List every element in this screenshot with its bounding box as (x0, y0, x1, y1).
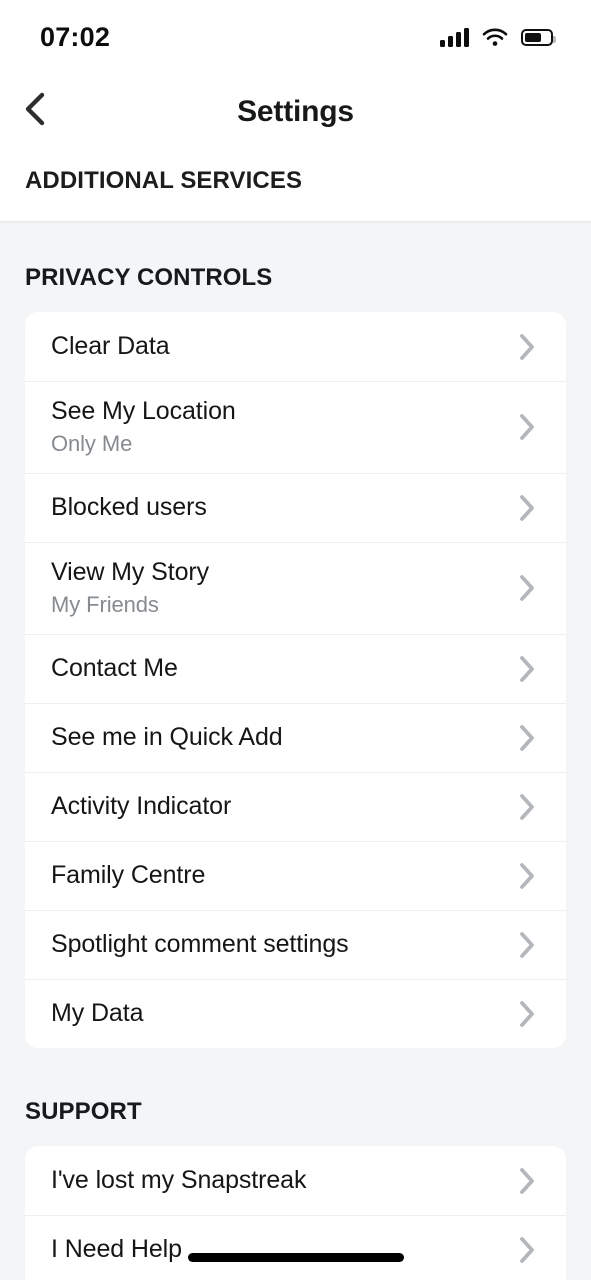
section-header-privacy-controls: PRIVACY CONTROLS (25, 264, 273, 291)
row-text: My Data (51, 999, 143, 1028)
settings-row-spotlight-comment-settings[interactable]: Spotlight comment settings (25, 910, 566, 979)
row-label: Blocked users (51, 493, 207, 522)
row-text: See My Location Only Me (51, 397, 236, 456)
row-text: View My Story My Friends (51, 558, 209, 617)
chevron-right-icon (516, 1234, 538, 1266)
chevron-right-icon (516, 860, 538, 892)
row-text: Contact Me (51, 654, 178, 683)
settings-row-blocked-users[interactable]: Blocked users (25, 473, 566, 542)
chevron-right-icon (516, 722, 538, 754)
row-subtitle: My Friends (51, 592, 159, 618)
back-button[interactable] (12, 89, 58, 135)
chevron-right-icon (516, 492, 538, 524)
chevron-right-icon (516, 653, 538, 685)
status-bar-clock: 07:02 (40, 21, 111, 52)
row-text: I've lost my Snapstreak (51, 1166, 306, 1195)
section-header-support: SUPPORT (25, 1098, 142, 1125)
battery-icon (521, 28, 556, 46)
row-label: I Need Help (51, 1235, 182, 1264)
additional-services-label: ADDITIONAL SERVICES (25, 167, 303, 194)
row-subtitle: Only Me (51, 431, 133, 457)
chevron-right-icon (516, 572, 538, 604)
settings-row-activity-indicator[interactable]: Activity Indicator (25, 772, 566, 841)
row-text: Activity Indicator (51, 792, 231, 821)
row-text: Blocked users (51, 493, 207, 522)
settings-row-view-my-story[interactable]: View My Story My Friends (25, 542, 566, 634)
row-label: Clear Data (51, 332, 170, 361)
row-text: See me in Quick Add (51, 723, 283, 752)
chevron-right-icon (516, 791, 538, 823)
row-label: My Data (51, 999, 144, 1028)
chevron-right-icon (516, 929, 538, 961)
chevron-right-icon (516, 331, 538, 363)
row-label: Spotlight comment settings (51, 930, 349, 959)
settings-row-family-centre[interactable]: Family Centre (25, 841, 566, 910)
row-label: See My Location (51, 397, 236, 426)
status-bar-icons (440, 27, 556, 47)
settings-row-clear-data[interactable]: Clear Data (25, 312, 566, 381)
row-text: Spotlight comment settings (51, 930, 349, 959)
chevron-right-icon (516, 1165, 538, 1197)
chevron-right-icon (516, 998, 538, 1030)
row-label: Contact Me (51, 654, 178, 683)
settings-row-contact-me[interactable]: Contact Me (25, 634, 566, 703)
navigation-bar: Settings (0, 74, 591, 149)
status-bar: 07:02 (0, 0, 591, 74)
row-label: View My Story (51, 558, 210, 587)
settings-scroll-area[interactable]: PRIVACY CONTROLS Clear Data See My Locat… (0, 224, 591, 1280)
settings-row-my-data[interactable]: My Data (25, 979, 566, 1048)
phone-screen: 07:02 Settings ADDITIONAL SERVICES PRIVA… (0, 0, 591, 1280)
row-label: Activity Indicator (51, 792, 232, 821)
row-label: I've lost my Snapstreak (51, 1166, 307, 1195)
row-label: See me in Quick Add (51, 723, 283, 752)
settings-row-see-me-in-quick-add[interactable]: See me in Quick Add (25, 703, 566, 772)
settings-row-see-my-location[interactable]: See My Location Only Me (25, 381, 566, 473)
row-text: I Need Help (51, 1235, 182, 1264)
row-label: Family Centre (51, 861, 206, 890)
row-text: Clear Data (51, 332, 170, 361)
cellular-signal-icon (440, 27, 469, 47)
wifi-icon (482, 28, 508, 47)
page-title: Settings (237, 94, 354, 128)
settings-row-i-need-help[interactable]: I Need Help (25, 1215, 566, 1280)
chevron-left-icon (23, 92, 47, 131)
privacy-controls-card: Clear Data See My Location Only Me Block… (25, 312, 566, 1048)
chevron-right-icon (516, 411, 538, 443)
home-indicator (187, 1253, 404, 1262)
row-text: Family Centre (51, 861, 205, 890)
settings-row-ive-lost-my-snapstreak[interactable]: I've lost my Snapstreak (25, 1146, 566, 1215)
additional-services-header: ADDITIONAL SERVICES (0, 149, 591, 221)
